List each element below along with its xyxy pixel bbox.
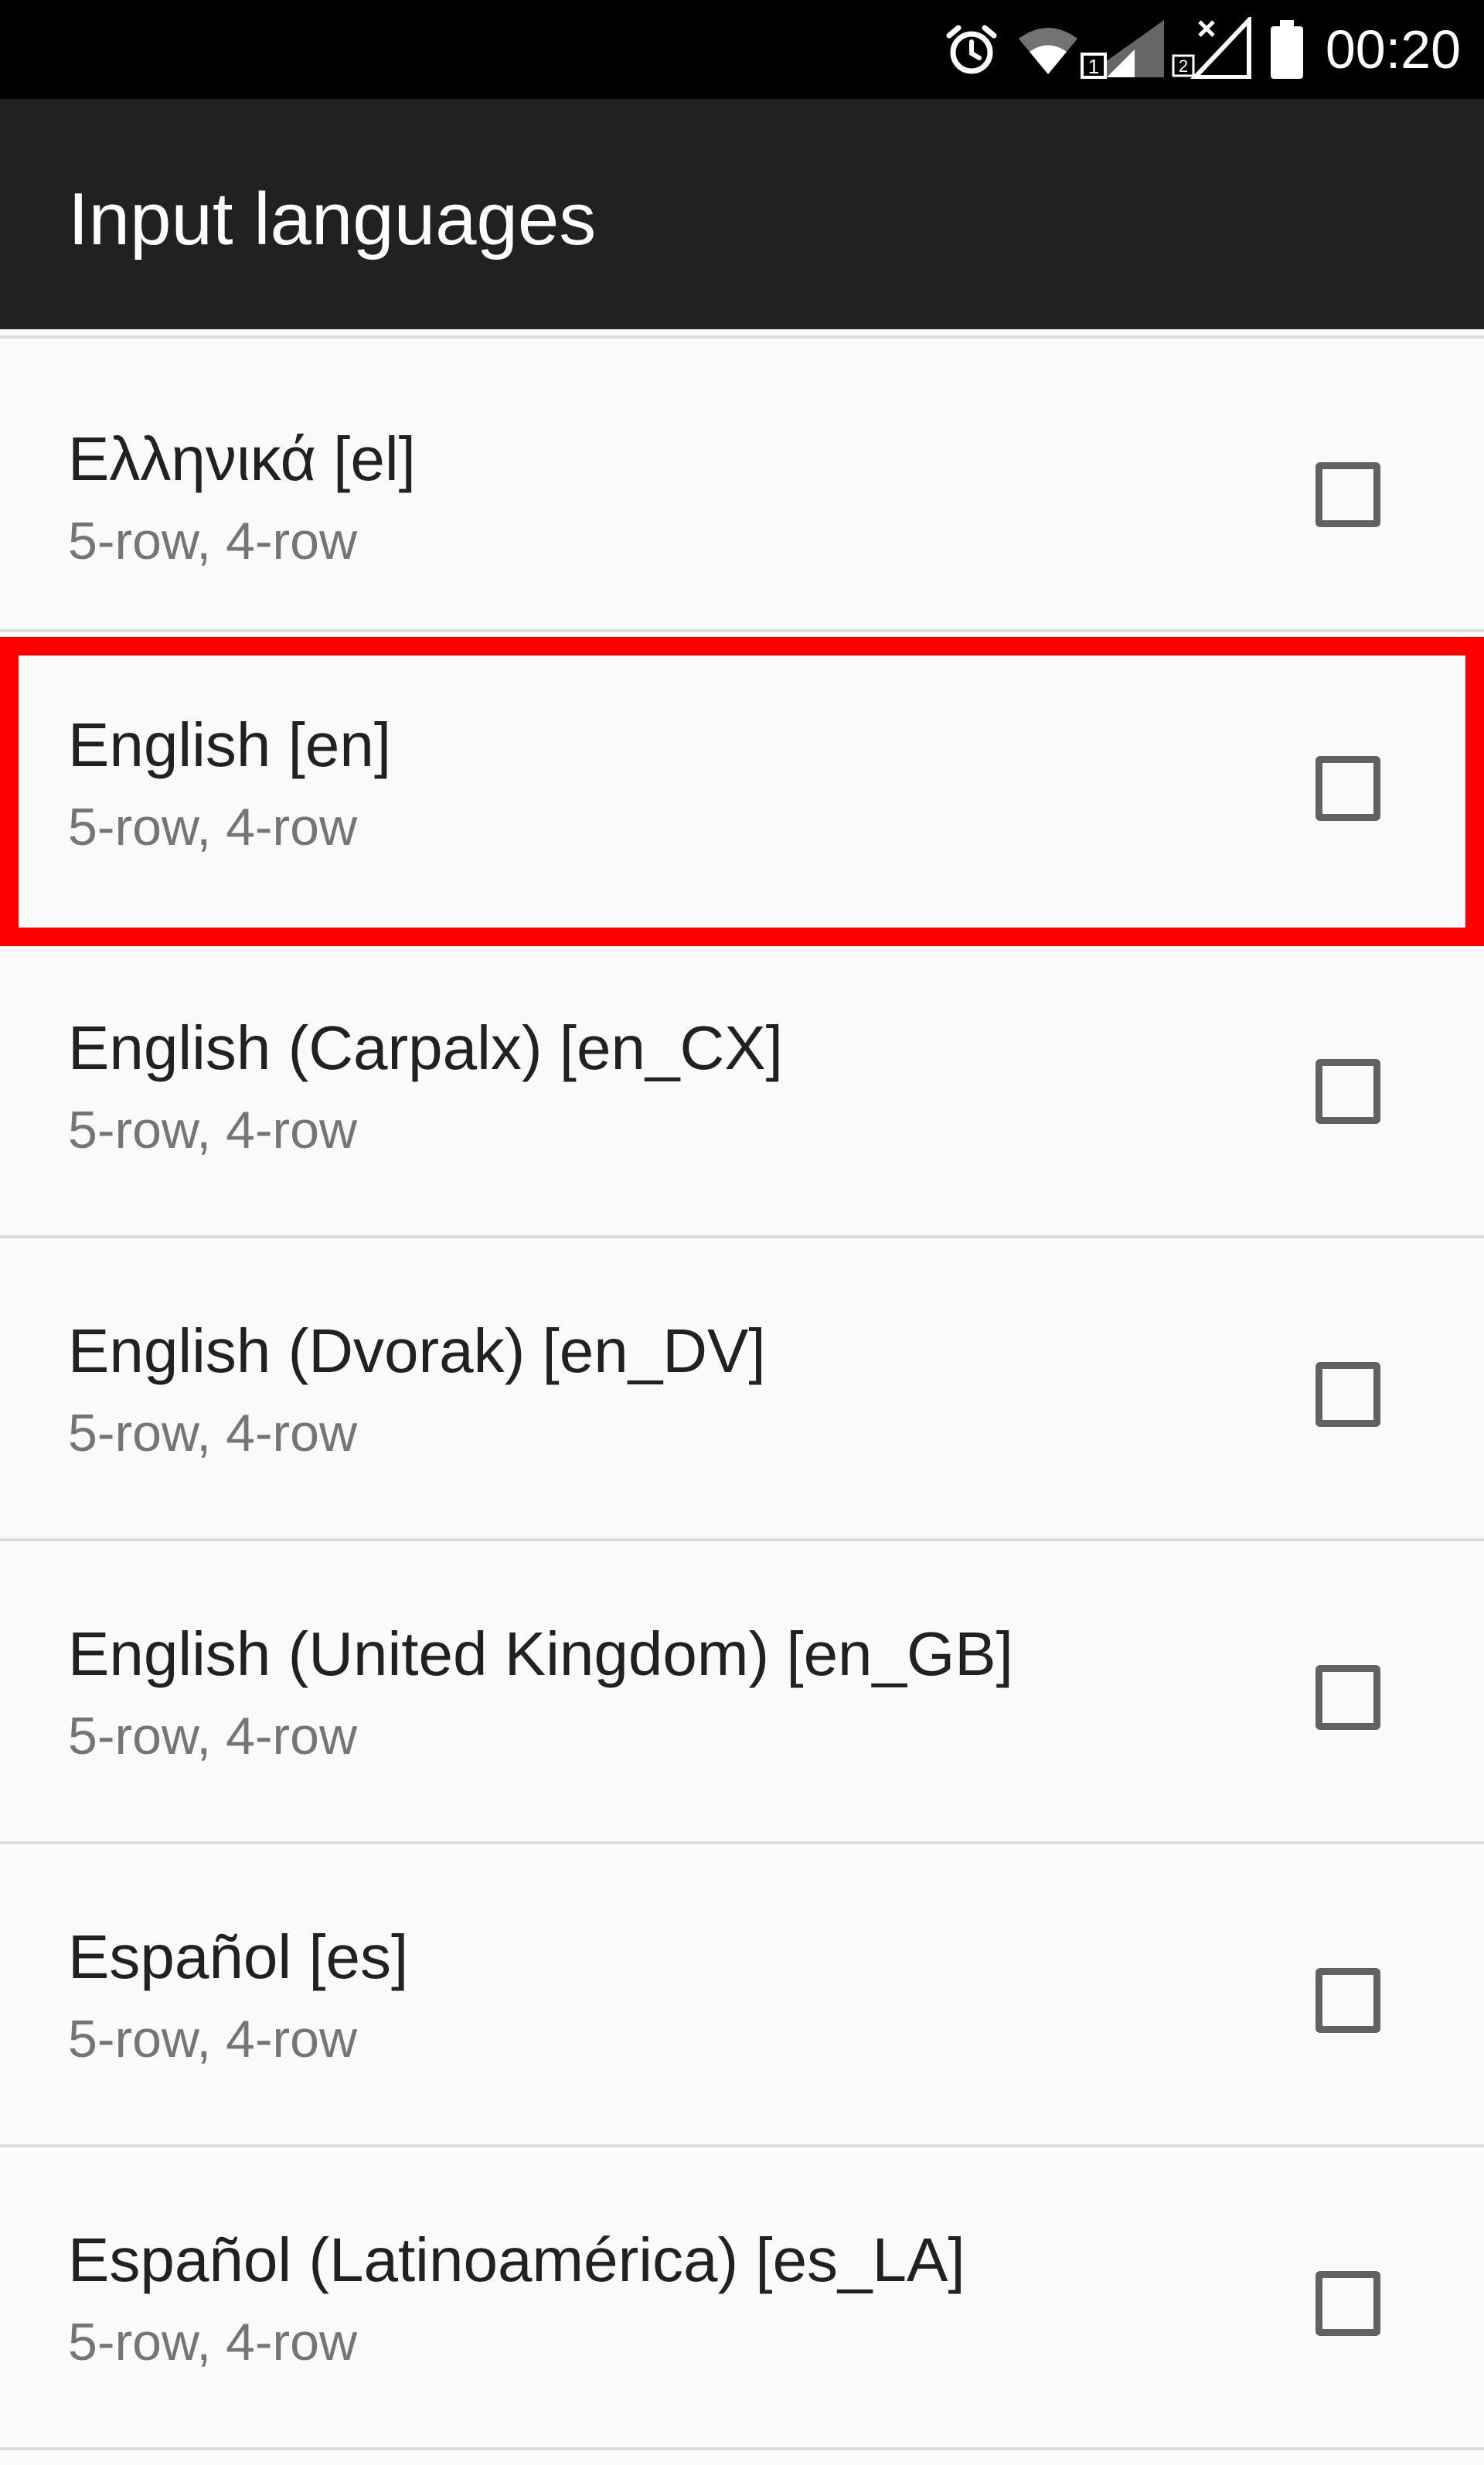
list-item-summary: 5-row, 4-row xyxy=(68,1707,358,1765)
svg-text:1: 1 xyxy=(1088,55,1099,78)
battery-icon xyxy=(1271,20,1303,79)
list-item-title: English (United Kingdom) [en_GB] xyxy=(68,1619,1013,1688)
checkbox[interactable] xyxy=(1316,1362,1380,1427)
list-item-title: English (Dvorak) [en_DV] xyxy=(68,1316,766,1385)
list-item-title: Español [es] xyxy=(68,1922,409,1991)
list-item-es-la[interactable]: Español (Latinoamérica) [es_LA] 5-row, 4… xyxy=(0,2147,1484,2450)
list-item-en-dv[interactable]: English (Dvorak) [en_DV] 5-row, 4-row xyxy=(0,1238,1484,1541)
sim2-signal-no-service-icon: 2 xyxy=(1172,17,1251,79)
list-item-es[interactable]: Español [es] 5-row, 4-row xyxy=(0,1844,1484,2147)
list-item-summary: 5-row, 4-row xyxy=(68,512,358,570)
checkbox[interactable] xyxy=(1316,756,1380,821)
svg-text:2: 2 xyxy=(1179,56,1188,76)
list-item-summary: 5-row, 4-row xyxy=(68,798,358,856)
checkbox[interactable] xyxy=(1316,1665,1380,1730)
checkbox[interactable] xyxy=(1316,462,1380,527)
list-item-title: Ελληνικά [el] xyxy=(68,424,416,493)
page-title: Input languages xyxy=(68,178,597,260)
status-time: 00:20 xyxy=(1325,19,1461,80)
status-bar: 1 2 00:20 xyxy=(0,0,1484,99)
checkbox[interactable] xyxy=(1316,1059,1380,1124)
list-item-summary: 5-row, 4-row xyxy=(68,2010,358,2068)
list-item-title: Español (Latinoamérica) [es_LA] xyxy=(68,2225,965,2294)
list-item-el[interactable]: Ελληνικά [el] 5-row, 4-row xyxy=(0,339,1484,632)
checkbox[interactable] xyxy=(1316,1968,1380,2033)
list-item-summary: 5-row, 4-row xyxy=(68,1404,358,1462)
list-item-title: English [en] xyxy=(68,710,392,779)
list-item-en-gb[interactable]: English (United Kingdom) [en_GB] 5-row, … xyxy=(0,1541,1484,1844)
app-bar: Input languages xyxy=(0,99,1484,329)
list-item-summary: 5-row, 4-row xyxy=(68,2313,358,2371)
list-item-en-cx[interactable]: English (Carpalx) [en_CX] 5-row, 4-row xyxy=(0,935,1484,1238)
list-item-summary: 5-row, 4-row xyxy=(68,1101,358,1159)
sim1-signal-icon: 1 xyxy=(1081,20,1164,79)
list-item-title: English (Carpalx) [en_CX] xyxy=(68,1013,783,1082)
wifi-icon xyxy=(1019,28,1077,74)
alarm-icon xyxy=(946,25,997,74)
checkbox[interactable] xyxy=(1316,2271,1380,2336)
list-divider xyxy=(0,2447,1484,2450)
list-item-en[interactable]: English [en] 5-row, 4-row xyxy=(0,632,1484,935)
